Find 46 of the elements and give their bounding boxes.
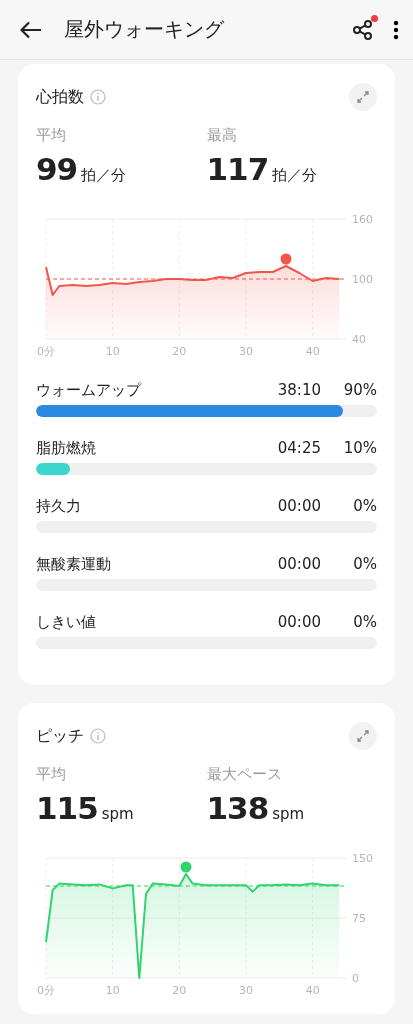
stat-label: 最高 [206, 126, 238, 145]
zone-percent: 0% [352, 613, 377, 631]
axis-label: 0分 [37, 984, 55, 997]
stat-unit: 拍／分 [272, 166, 318, 185]
axis-label: 0 [352, 972, 359, 985]
card-title: 心拍数 [36, 86, 84, 108]
axis-label: 75 [352, 912, 366, 925]
zone-time: 38:10 [277, 381, 321, 399]
axis-label: 30 [239, 984, 253, 997]
stat-value: 117 [206, 151, 269, 187]
stat-unit: spm [101, 805, 134, 823]
axis-label: 10 [105, 345, 120, 358]
axis-label: 30 [239, 345, 253, 358]
zone-name: ウォームアップ [36, 380, 143, 400]
stat-value: 99 [36, 151, 78, 187]
zone-name: 無酸素運動 [36, 554, 112, 574]
zone-name: しきい値 [36, 612, 97, 632]
axis-label: 160 [352, 213, 373, 226]
stat-label: 平均 [36, 765, 67, 784]
stat-unit: 拍／分 [81, 166, 127, 185]
axis-label: 40 [305, 345, 320, 358]
stat-value: 115 [36, 790, 98, 826]
axis-label: 20 [172, 984, 187, 997]
stat-value: 138 [206, 790, 269, 826]
zone-name: 脂肪燃焼 [36, 438, 97, 458]
zone-percent: 0% [352, 497, 377, 515]
stat-label: 最大ペース [206, 765, 283, 784]
zone-time: 04:25 [277, 439, 321, 457]
zone-time: 00:00 [277, 613, 321, 631]
zone-percent: 10% [342, 439, 377, 457]
axis-label: 20 [172, 345, 187, 358]
stat-label: 平均 [36, 126, 67, 145]
axis-label: 40 [352, 333, 366, 346]
zone-percent: 0% [352, 555, 377, 573]
axis-label: 40 [305, 984, 320, 997]
zone-percent: 90% [342, 381, 377, 399]
stat-unit: spm [272, 805, 305, 823]
zone-time: 00:00 [277, 497, 321, 515]
axis-label: 100 [352, 273, 373, 286]
zone-time: 00:00 [277, 555, 321, 573]
axis-label: 10 [105, 984, 120, 997]
page-title: 屋外ウォーキング [64, 16, 225, 43]
zone-name: 持久力 [36, 496, 82, 516]
axis-label: 0分 [37, 345, 55, 358]
axis-label: 150 [352, 852, 373, 865]
card-title: ピッチ [36, 725, 84, 747]
